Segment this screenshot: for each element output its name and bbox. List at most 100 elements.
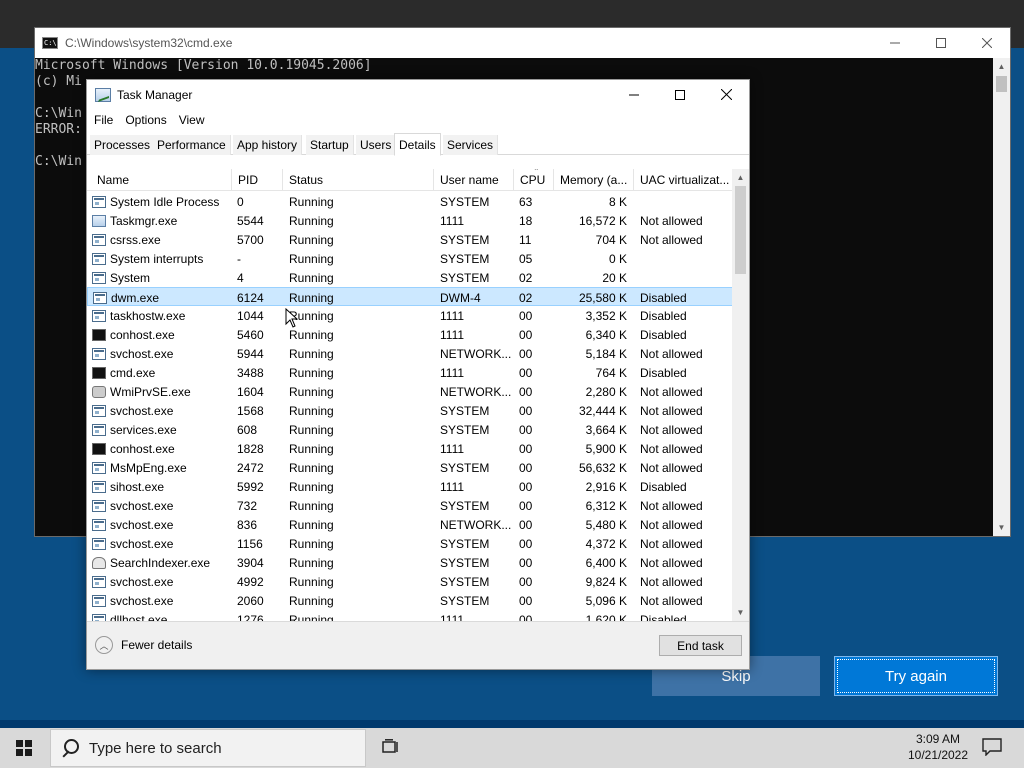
cell-status: Running: [289, 365, 334, 380]
taskbar: Type here to search 3:09 AM 10/21/2022: [0, 728, 1024, 768]
tab-details[interactable]: Details: [394, 133, 441, 156]
close-icon: [982, 38, 992, 48]
tm-minimize-button[interactable]: [611, 80, 657, 109]
try-again-button[interactable]: Try again: [834, 656, 998, 696]
tm-close-button[interactable]: [703, 80, 749, 109]
table-row[interactable]: csrss.exe 5700 Running SYSTEM 11 704 K Not all…: [87, 230, 733, 249]
table-row[interactable]: svchost.exe 4992 Running SYSTEM 00 9,824 K Not…: [87, 572, 733, 591]
cell-name: svchost.exe: [87, 572, 232, 591]
tab-services[interactable]: Services: [443, 135, 499, 155]
tab-app-history[interactable]: App history: [233, 135, 303, 155]
table-row[interactable]: cmd.exe 3488 Running 1111 00 764 K Disabled: [87, 363, 733, 382]
cell-user: NETWORK...: [440, 517, 512, 532]
task-view-icon[interactable]: [382, 739, 400, 755]
table-row[interactable]: svchost.exe 1156 Running SYSTEM 00 4,372 K Not…: [87, 534, 733, 553]
cmd-titlebar[interactable]: C:\ C:\Windows\system32\cmd.exe: [35, 28, 1010, 58]
window-icon: [92, 252, 106, 265]
window-icon: [92, 195, 106, 208]
table-row[interactable]: services.exe 608 Running SYSTEM 00 3,664 K Not…: [87, 420, 733, 439]
column-header-status[interactable]: Status: [283, 169, 434, 191]
cell-uac: Not allowed: [640, 517, 703, 532]
table-row[interactable]: MsMpEng.exe 2472 Running SYSTEM 00 56,632 K No…: [87, 458, 733, 477]
table-row[interactable]: taskhostw.exe 1044 Running 1111 00 3,352 K Dis…: [87, 306, 733, 325]
table-row[interactable]: dllhost.exe 1276 Running 1111 00 1,620 K Disab…: [87, 610, 733, 621]
process-name: conhost.exe: [110, 327, 175, 342]
cell-name: dllhost.exe: [87, 610, 232, 621]
cell-user: SYSTEM: [440, 555, 490, 570]
table-row[interactable]: svchost.exe 732 Running SYSTEM 00 6,312 K Not …: [87, 496, 733, 515]
cell-mem: 1,620 K: [585, 612, 627, 622]
scroll-thumb[interactable]: [996, 76, 1007, 92]
process-name: sihost.exe: [110, 479, 165, 494]
table-scrollbar[interactable]: ▲ ▼: [732, 169, 749, 621]
table-row[interactable]: WmiPrvSE.exe 1604 Running NETWORK... 00 2,280…: [87, 382, 733, 401]
taskbar-clock[interactable]: 3:09 AM 10/21/2022: [900, 731, 976, 763]
tab-users[interactable]: Users: [356, 135, 397, 155]
process-name: System interrupts: [110, 251, 204, 266]
cell-pid: -: [237, 251, 241, 266]
column-header-uac[interactable]: UAC virtualizat...: [634, 169, 733, 191]
scroll-down-icon[interactable]: ▼: [993, 519, 1010, 536]
cmd-maximize-button[interactable]: [918, 28, 964, 58]
table-row[interactable]: Taskmgr.exe 5544 Running 1111 18 16,572 K Not …: [87, 211, 733, 230]
cell-user: SYSTEM: [440, 251, 490, 266]
menu-view[interactable]: View: [179, 113, 205, 127]
notification-icon[interactable]: [982, 738, 1002, 756]
process-name: WmiPrvSE.exe: [110, 384, 191, 399]
cell-name: MsMpEng.exe: [87, 458, 232, 477]
cell-uac: Not allowed: [640, 593, 703, 608]
table-row[interactable]: dwm.exe 6124 Running DWM-4 02 25,580 K Disable…: [87, 287, 733, 306]
tm-maximize-button[interactable]: [657, 80, 703, 109]
tab-performance[interactable]: Performance: [153, 135, 231, 155]
table-row[interactable]: svchost.exe 1568 Running SYSTEM 00 32,444 K No…: [87, 401, 733, 420]
window-icon: [92, 575, 106, 588]
menu-options[interactable]: Options: [125, 113, 166, 127]
table-row[interactable]: svchost.exe 2060 Running SYSTEM 00 5,096 K Not…: [87, 591, 733, 610]
window-icon: [92, 309, 106, 322]
column-header-pid[interactable]: PID: [232, 169, 283, 191]
table-row[interactable]: svchost.exe 5944 Running NETWORK... 00 5,184 …: [87, 344, 733, 363]
table-row[interactable]: SearchIndexer.exe 3904 Running SYSTEM 00 6,40…: [87, 553, 733, 572]
column-header-name[interactable]: Name: [91, 169, 232, 191]
scroll-down-icon[interactable]: ▼: [732, 604, 749, 621]
cell-status: Running: [289, 290, 334, 305]
table-row[interactable]: sihost.exe 5992 Running 1111 00 2,916 K Disabl…: [87, 477, 733, 496]
tab-startup[interactable]: Startup: [306, 135, 354, 155]
cell-status: Running: [289, 536, 334, 551]
clock-time: 3:09 AM: [915, 732, 961, 746]
cell-uac: Disabled: [640, 290, 687, 305]
table-row[interactable]: System 4 Running SYSTEM 02 20 K: [87, 268, 733, 287]
cell-status: Running: [289, 308, 334, 323]
details-table[interactable]: Name PID Status User name CPU Memory (a.…: [87, 169, 749, 621]
start-button[interactable]: [0, 728, 48, 768]
cmd-minimize-button[interactable]: [872, 28, 918, 58]
cell-pid: 4992: [237, 574, 264, 589]
column-header-user-name[interactable]: User name: [434, 169, 514, 191]
taskbar-search-box[interactable]: Type here to search: [50, 729, 366, 767]
cmd-scrollbar[interactable]: ▲ ▼: [993, 58, 1010, 536]
table-row[interactable]: conhost.exe 1828 Running 1111 00 5,900 K Not a…: [87, 439, 733, 458]
cell-user: 1111: [440, 441, 465, 456]
cmd-close-button[interactable]: [964, 28, 1010, 58]
task-manager-window[interactable]: Task Manager File Options View Processes…: [86, 79, 750, 670]
cell-mem: 5,096 K: [585, 593, 627, 608]
scroll-thumb[interactable]: [735, 186, 746, 274]
menu-file[interactable]: File: [94, 113, 113, 127]
tab-processes[interactable]: Processes: [90, 135, 156, 155]
process-name: svchost.exe: [110, 593, 174, 608]
end-task-button[interactable]: End task: [659, 635, 742, 656]
table-row[interactable]: conhost.exe 5460 Running 1111 00 6,340 K Disab…: [87, 325, 733, 344]
cell-uac: Disabled: [640, 365, 687, 380]
scroll-up-icon[interactable]: ▲: [993, 58, 1010, 75]
table-row[interactable]: System interrupts - Running SYSTEM 05 0 K: [87, 249, 733, 268]
cell-status: Running: [289, 403, 334, 418]
cell-cpu: 00: [519, 384, 533, 399]
scroll-up-icon[interactable]: ▲: [732, 169, 749, 186]
task-manager-titlebar[interactable]: Task Manager: [87, 80, 749, 109]
fewer-details-button[interactable]: ︿ Fewer details: [95, 636, 192, 654]
table-row[interactable]: svchost.exe 836 Running NETWORK... 00 5,480 K…: [87, 515, 733, 534]
cell-pid: 5544: [237, 213, 264, 228]
column-header-memory[interactable]: Memory (a...: [554, 169, 634, 191]
window-icon: [92, 233, 106, 246]
table-row[interactable]: System Idle Process 0 Running SYSTEM 63 8 K: [87, 192, 733, 211]
